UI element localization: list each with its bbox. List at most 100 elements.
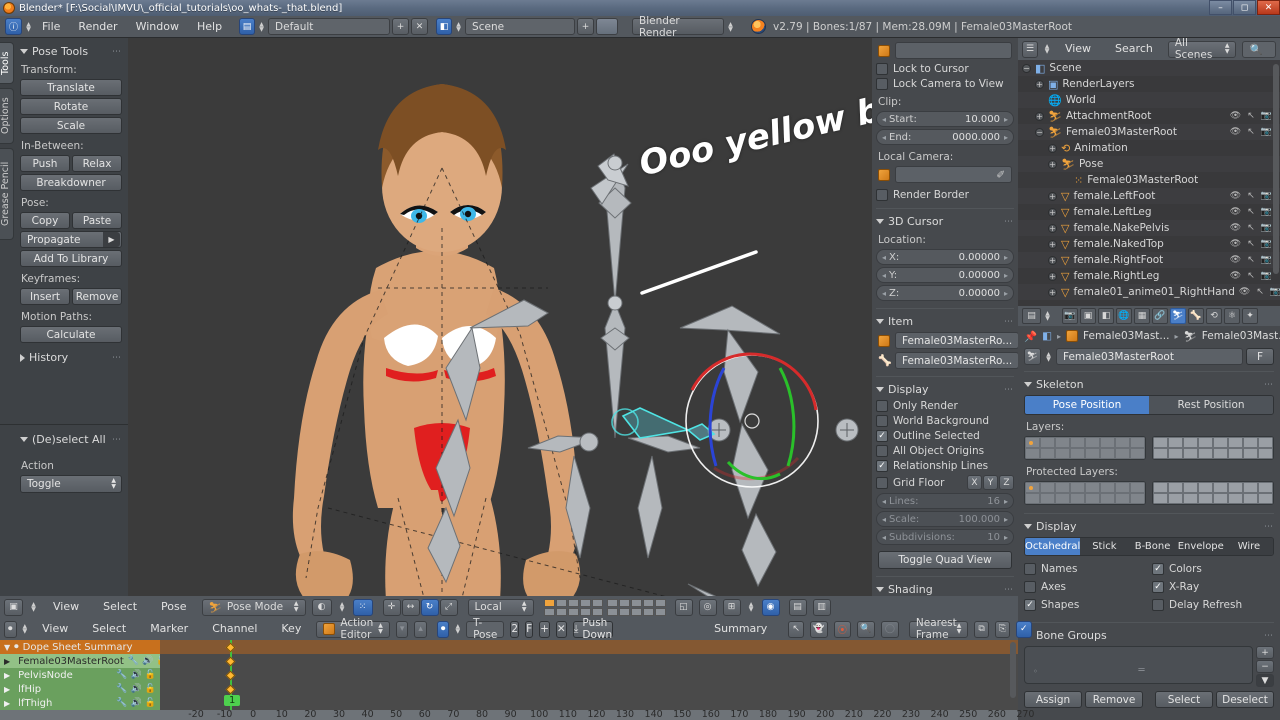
layer-cell[interactable] xyxy=(1153,493,1168,504)
lock-icon[interactable]: 🔓 xyxy=(145,698,156,708)
menu-help[interactable]: Help xyxy=(188,16,231,38)
layer-cell[interactable] xyxy=(1183,482,1198,493)
snap-mode-dropdown[interactable]: Nearest Frame ▲ ▼ xyxy=(908,617,969,641)
action-name-field[interactable]: T-Pose xyxy=(466,617,505,641)
3d-cursor-panel-header[interactable]: 3D Cursor ⋯ xyxy=(876,208,1014,228)
editor-type-spinner[interactable]: ▲ ▼ xyxy=(29,602,38,613)
outliner-row[interactable]: 🌐 World xyxy=(1018,92,1280,108)
layer-cell[interactable] xyxy=(1085,448,1100,459)
channel-toggles[interactable]: 🔧 🔊🔓 xyxy=(116,670,160,680)
outliner-expander-icon[interactable]: + xyxy=(1048,207,1057,217)
layer-cell[interactable] xyxy=(1228,448,1243,459)
editor-type-spinner[interactable]: ▲ ▼ xyxy=(24,21,33,32)
left-arrow-icon[interactable]: ◂ xyxy=(882,115,886,124)
protected-layer-group-left[interactable] xyxy=(1024,481,1146,505)
dopesheet-editor[interactable]: ▼ ⏺ Dope Sheet Summary ▶ Female03MasterRoot 🔧… xyxy=(0,640,1034,720)
collapse-triangle-icon[interactable]: ▼ xyxy=(4,643,10,652)
tab-bone-constraints[interactable]: ⟲ xyxy=(1206,308,1222,324)
expand-triangle-icon[interactable]: ▶ xyxy=(4,671,10,680)
dopesheet-channel-row[interactable]: ▶ lfThigh 🔧 🔊 🔓 xyxy=(0,696,160,710)
local-camera-field[interactable]: ✐ xyxy=(895,166,1012,183)
paste-keyframes-icon[interactable]: ⎘ xyxy=(994,620,1011,638)
xray-row[interactable]: ✓ X-Ray xyxy=(1152,581,1270,593)
layer-cell[interactable] xyxy=(1168,493,1183,504)
layer-cell[interactable] xyxy=(1085,493,1100,504)
viewport-shading-icon[interactable]: ◐ xyxy=(311,598,332,616)
layer-cell[interactable] xyxy=(1243,437,1258,448)
outliner-row[interactable]: + ▽ female.NakedTop 👁 ↖ 📷 xyxy=(1018,236,1280,252)
layer-cell[interactable] xyxy=(1055,437,1070,448)
lock-to-cursor-checkbox[interactable] xyxy=(876,63,888,75)
fake-user-button[interactable]: F xyxy=(1246,348,1274,365)
outliner-expander-icon[interactable]: + xyxy=(1048,271,1057,281)
dopesheet-channel-row[interactable]: ▶ lfHip 🔧 🔊 🔓 xyxy=(0,682,160,696)
layer-cell[interactable] xyxy=(1243,482,1258,493)
camera-icon[interactable]: 📷 xyxy=(1261,111,1272,121)
relax-button[interactable]: Relax xyxy=(72,155,122,172)
outliner-search-input[interactable]: 🔍 xyxy=(1242,40,1276,58)
layer-cell[interactable] xyxy=(1183,437,1198,448)
editor-type-outliner-icon[interactable]: ☰ xyxy=(1022,40,1039,58)
outline-selected-row[interactable]: ✓ Outline Selected xyxy=(876,430,1014,442)
layer-cell[interactable] xyxy=(1153,448,1168,459)
insert-keyframe-button[interactable]: Insert xyxy=(20,288,70,305)
item-object-field[interactable]: Female03MasterRo... xyxy=(895,332,1018,349)
select-bone-group-button[interactable]: Select xyxy=(1155,691,1213,708)
proportional-edit-icon[interactable]: ◎ xyxy=(698,598,717,616)
pose-position-button[interactable]: Pose Position xyxy=(1025,396,1149,414)
modifier-wrench-icon[interactable]: 🔧 xyxy=(116,684,127,694)
scale-manipulator-icon[interactable]: ⤢ xyxy=(439,598,458,616)
lock-layer-icon[interactable]: ◱ xyxy=(674,598,693,616)
eyedropper-icon[interactable]: ✐ xyxy=(996,169,1005,181)
datablock-armature-icon[interactable]: ⛷ xyxy=(1024,348,1041,365)
layer-cell[interactable] xyxy=(1168,437,1183,448)
layer-cell[interactable] xyxy=(1130,448,1145,459)
dopesheet-menu-view[interactable]: View xyxy=(33,618,77,640)
propagate-button[interactable]: Propagate ▶ xyxy=(20,231,122,248)
outliner-row[interactable]: + ⛷ AttachmentRoot 👁 ↖ 📷 xyxy=(1018,108,1280,124)
show-hidden-icon[interactable]: 👻 xyxy=(809,620,828,638)
scene-icon[interactable]: ◧ xyxy=(436,18,453,35)
dopesheet-menu-channel[interactable]: Channel xyxy=(203,618,266,640)
camera-field[interactable] xyxy=(895,42,1012,59)
menu-render[interactable]: Render xyxy=(69,16,126,38)
outliner-display-mode[interactable]: All Scenes ▲ ▼ xyxy=(1167,37,1237,61)
breadcrumb-object-label[interactable]: Female03Mast... xyxy=(1083,330,1169,342)
layer-cell[interactable] xyxy=(1085,482,1100,493)
grid-axis-y-toggle[interactable]: Y xyxy=(983,475,998,490)
right-arrow-icon[interactable]: ▸ xyxy=(1004,115,1008,124)
action-fake-user-button[interactable]: F xyxy=(525,620,534,638)
armature-name-field[interactable]: Female03MasterRoot xyxy=(1056,348,1243,365)
render-opengl-icon[interactable]: ▤ xyxy=(788,598,807,616)
editor-type-dopesheet-icon[interactable]: ⏺ xyxy=(4,620,17,638)
screen-layout-field[interactable]: Default xyxy=(268,18,391,35)
layer-cell[interactable] xyxy=(1115,437,1130,448)
only-render-row[interactable]: Only Render xyxy=(876,400,1014,412)
outliner-row[interactable]: + ▣ RenderLayers xyxy=(1018,76,1280,92)
tab-constraints[interactable]: 🔗 xyxy=(1152,308,1168,324)
mute-speaker-icon[interactable]: 🔊 xyxy=(131,684,142,694)
editor-type-properties-icon[interactable]: ▤ xyxy=(1022,308,1041,324)
layer-cell[interactable] xyxy=(1040,493,1055,504)
protected-layer-group-right[interactable] xyxy=(1152,481,1274,505)
outliner-row[interactable]: + ▽ female.RightFoot 👁 ↖ 📷 xyxy=(1018,252,1280,268)
outliner-row[interactable]: + ▽ female.LeftLeg 👁 ↖ 📷 xyxy=(1018,204,1280,220)
layer-cell[interactable] xyxy=(1228,437,1243,448)
outliner-row[interactable]: − ◧ Scene xyxy=(1018,60,1280,76)
clip-start-field[interactable]: ◂ Start: 10.000 ▸ xyxy=(876,111,1014,127)
modifier-wrench-icon[interactable]: 🔧 xyxy=(116,670,127,680)
bone-groups-list[interactable]: ◦ ═ xyxy=(1024,646,1253,684)
bone-group-specials-menu[interactable]: ▼ xyxy=(1256,674,1274,687)
keyframe[interactable] xyxy=(225,656,236,667)
outliner-expander-icon[interactable]: + xyxy=(1048,191,1057,201)
tab-world[interactable]: 🌐 xyxy=(1116,308,1132,324)
cursor-arrow-icon[interactable]: ↖ xyxy=(1247,111,1255,121)
layer-cell[interactable] xyxy=(1070,493,1085,504)
dopesheet-menu-marker[interactable]: Marker xyxy=(141,618,197,640)
modifier-wrench-icon[interactable]: 🔧 xyxy=(116,698,127,708)
mute-speaker-icon[interactable]: 🔊 xyxy=(142,656,153,666)
lock-camera-to-view-row[interactable]: Lock Camera to View xyxy=(876,78,1014,90)
layer-cell[interactable] xyxy=(1025,437,1040,448)
layer-group-right[interactable] xyxy=(1152,436,1274,460)
display-mode-wire[interactable]: Wire xyxy=(1224,538,1273,555)
